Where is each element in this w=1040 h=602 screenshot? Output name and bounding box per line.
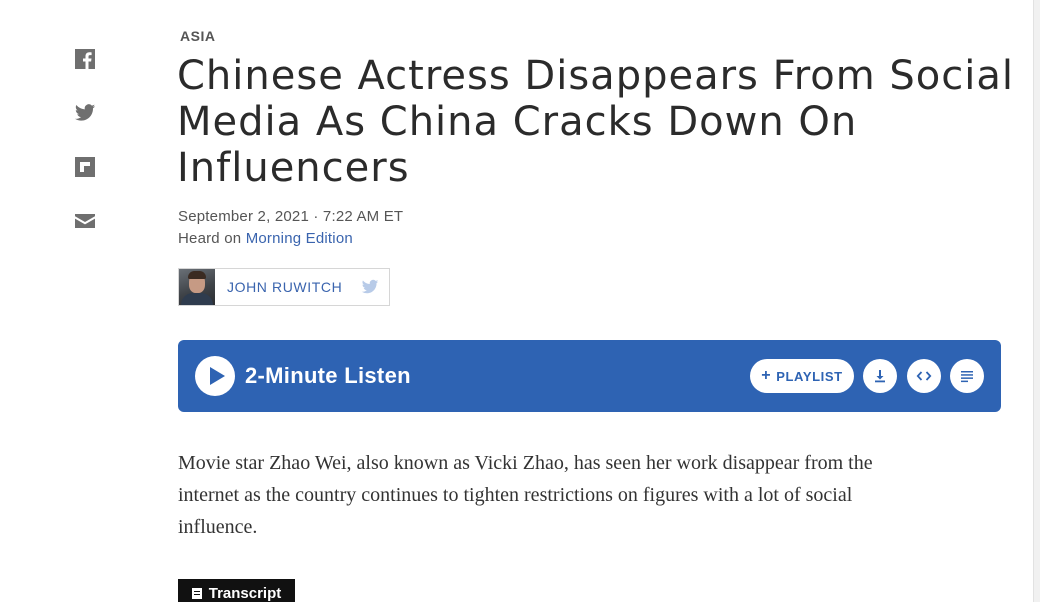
transcript-label: Transcript bbox=[208, 584, 282, 602]
text-lines-icon bbox=[961, 371, 973, 383]
author-avatar[interactable] bbox=[179, 269, 215, 305]
article-page: ASIA Chinese Actress Disappears From Soc… bbox=[0, 0, 1040, 602]
heard-on-prefix: Heard on bbox=[178, 230, 242, 247]
playlist-label: PLAYLIST bbox=[776, 368, 843, 384]
document-icon bbox=[191, 587, 202, 599]
scrollbar[interactable] bbox=[1033, 0, 1040, 602]
program-link[interactable]: Morning Edition bbox=[246, 230, 353, 247]
section-label[interactable]: ASIA bbox=[180, 28, 215, 44]
audio-player: 2-Minute Listen + PLAYLIST bbox=[178, 340, 1001, 412]
download-button[interactable] bbox=[863, 359, 897, 393]
author-twitter-icon[interactable] bbox=[360, 278, 380, 296]
plus-icon: + bbox=[761, 367, 772, 384]
flipboard-icon[interactable] bbox=[74, 156, 96, 178]
download-icon bbox=[875, 370, 885, 383]
facebook-icon[interactable] bbox=[74, 48, 96, 70]
listen-duration-label: 2-Minute Listen bbox=[245, 363, 411, 388]
heard-on: Heard on Morning Edition bbox=[178, 230, 353, 247]
email-icon[interactable] bbox=[74, 210, 96, 232]
add-to-playlist-button[interactable]: + PLAYLIST bbox=[750, 359, 854, 393]
transcript-button[interactable]: Transcript bbox=[178, 579, 295, 602]
author-name-link[interactable]: JOHN RUWITCH bbox=[227, 279, 342, 295]
transcript-toggle-button[interactable] bbox=[950, 359, 984, 393]
article-paragraph: Movie star Zhao Wei, also known as Vicki… bbox=[178, 452, 873, 538]
play-button[interactable] bbox=[195, 356, 235, 396]
play-icon bbox=[209, 367, 225, 385]
article-headline: Chinese Actress Disappears From Social M… bbox=[177, 53, 1015, 191]
dateline: September 2, 2021 · 7:22 AM ET bbox=[178, 208, 404, 225]
embed-button[interactable] bbox=[907, 359, 941, 393]
twitter-icon[interactable] bbox=[74, 102, 96, 124]
byline: JOHN RUWITCH bbox=[178, 268, 390, 306]
embed-code-icon bbox=[916, 371, 932, 381]
